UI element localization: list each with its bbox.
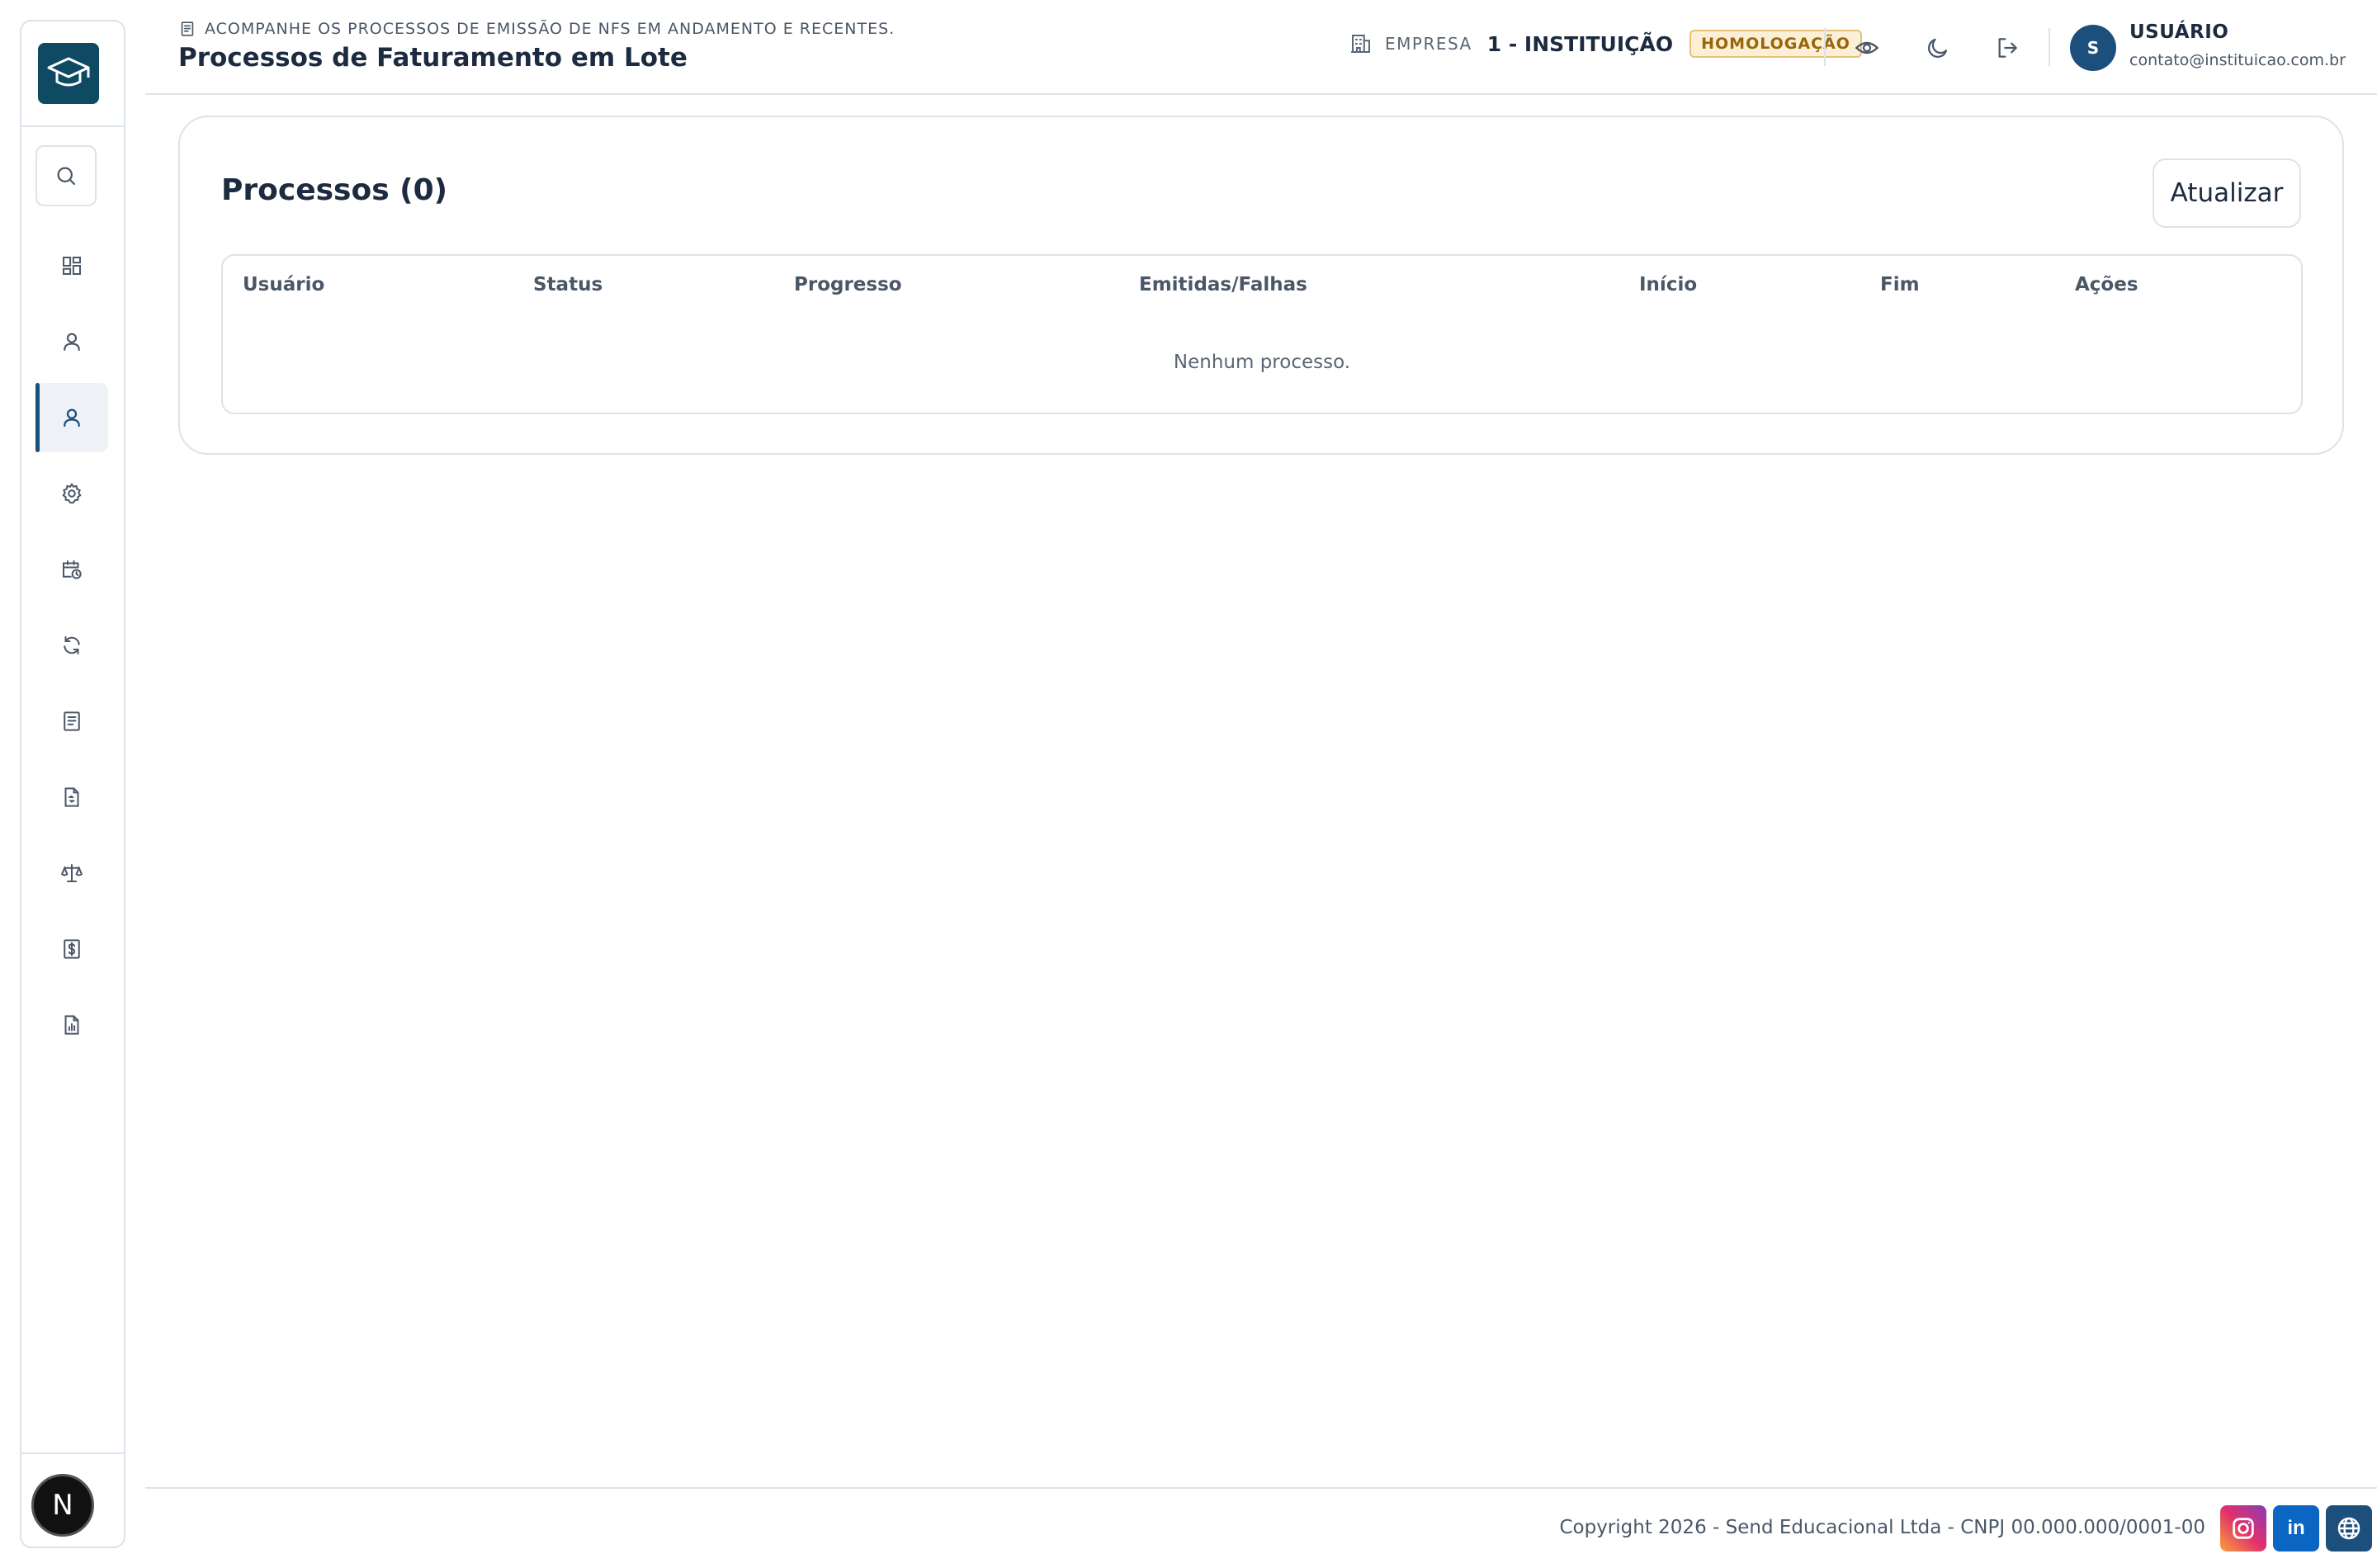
company-selector[interactable]: EMPRESA 1 - INSTITUIÇÃO HOMOLOGAÇÃO: [1349, 30, 1862, 58]
dashboard-icon: [63, 257, 81, 275]
eye-icon: [1855, 41, 1879, 54]
sidebar-item-settings[interactable]: [35, 459, 108, 528]
graduation-cap-icon: [47, 57, 90, 87]
sidebar-item-schedule[interactable]: [35, 535, 108, 604]
column-header-progresso[interactable]: Progresso: [794, 274, 902, 295]
logout-button[interactable]: [1989, 30, 2025, 66]
linkedin-link[interactable]: in: [2273, 1505, 2319, 1551]
footer-divider: [145, 1487, 2377, 1489]
page-subtitle: ACOMPANHE OS PROCESSOS DE EMISSÃO DE NFS…: [178, 20, 895, 38]
receipt-dollar-icon: [64, 939, 80, 959]
refresh-icon: [64, 636, 80, 654]
sidebar-item-file-transfer[interactable]: [35, 763, 108, 832]
empty-state-message: Nenhum processo.: [1173, 352, 1351, 373]
user-icon: [64, 333, 80, 352]
sidebar-item-users-active[interactable]: [35, 383, 108, 452]
file-transfer-icon: [64, 787, 79, 807]
globe-icon: [2337, 1517, 2360, 1540]
user-name: USUÁRIO: [2129, 21, 2229, 43]
app-logo[interactable]: [38, 43, 99, 104]
user-icon: [64, 409, 80, 427]
linkedin-icon: in: [2287, 1517, 2305, 1539]
calendar-clock-icon: [63, 560, 82, 579]
column-header-status[interactable]: Status: [533, 274, 603, 295]
page-title: Processos de Faturamento em Lote: [178, 43, 688, 73]
processes-card: Processos (0) Atualizar Usuário Status P…: [178, 116, 2344, 455]
theme-toggle-button[interactable]: [1920, 30, 1956, 66]
sidebar-search-button[interactable]: [35, 145, 97, 206]
sidebar-item-billing[interactable]: [35, 914, 108, 984]
column-header-fim[interactable]: Fim: [1880, 274, 1920, 295]
processes-table: Usuário Status Progresso Emitidas/Falhas…: [221, 254, 2303, 414]
moon-icon: [1928, 38, 1948, 58]
company-label: EMPRESA: [1385, 34, 1472, 54]
sidebar: N: [20, 20, 125, 1548]
document-icon: [64, 711, 80, 731]
avatar[interactable]: S: [2070, 25, 2116, 71]
subtitle-text: ACOMPANHE OS PROCESSOS DE EMISSÃO DE NFS…: [205, 20, 896, 38]
document-icon: [181, 21, 194, 36]
sidebar-item-legal[interactable]: [35, 838, 108, 908]
sidebar-item-dashboard[interactable]: [35, 231, 108, 300]
report-chart-icon: [64, 1015, 79, 1035]
sidebar-item-users[interactable]: [35, 307, 108, 376]
sidebar-divider: [21, 1452, 124, 1454]
search-icon: [57, 167, 76, 186]
header-divider: [1824, 28, 1826, 66]
instagram-link[interactable]: [2220, 1505, 2266, 1551]
app-root: N ACOMPANHE OS PROCESSOS DE EMISSÃO DE N…: [0, 0, 2377, 1568]
logout-icon: [1998, 38, 2017, 58]
column-header-inicio[interactable]: Início: [1639, 274, 1697, 295]
sidebar-item-reports[interactable]: [35, 990, 108, 1060]
company-name: 1 - INSTITUIÇÃO: [1486, 31, 1674, 56]
sidebar-divider: [21, 125, 124, 127]
building-icon: [1350, 35, 1370, 53]
column-header-usuario[interactable]: Usuário: [243, 274, 324, 295]
column-header-emitidas-falhas[interactable]: Emitidas/Falhas: [1139, 274, 1307, 295]
gear-icon: [62, 482, 82, 504]
instagram-icon: [2233, 1518, 2254, 1539]
top-header: ACOMPANHE OS PROCESSOS DE EMISSÃO DE NFS…: [145, 0, 2377, 95]
sidebar-item-sync[interactable]: [35, 611, 108, 680]
scale-icon: [60, 864, 83, 882]
visibility-toggle-button[interactable]: [1849, 30, 1885, 66]
card-title: Processos (0): [221, 173, 448, 207]
website-link[interactable]: [2326, 1505, 2372, 1551]
copyright-text: Copyright 2026 - Send Educacional Ltda -…: [1559, 1517, 2205, 1538]
sidebar-item-documents[interactable]: [35, 687, 108, 756]
framework-badge[interactable]: N: [31, 1474, 94, 1537]
environment-badge: HOMOLOGAÇÃO: [1689, 30, 1862, 58]
refresh-button[interactable]: Atualizar: [2153, 158, 2301, 228]
user-email: contato@instituicao.com.br: [2129, 51, 2346, 69]
header-divider: [2049, 28, 2050, 66]
column-header-acoes: Ações: [2075, 274, 2138, 295]
